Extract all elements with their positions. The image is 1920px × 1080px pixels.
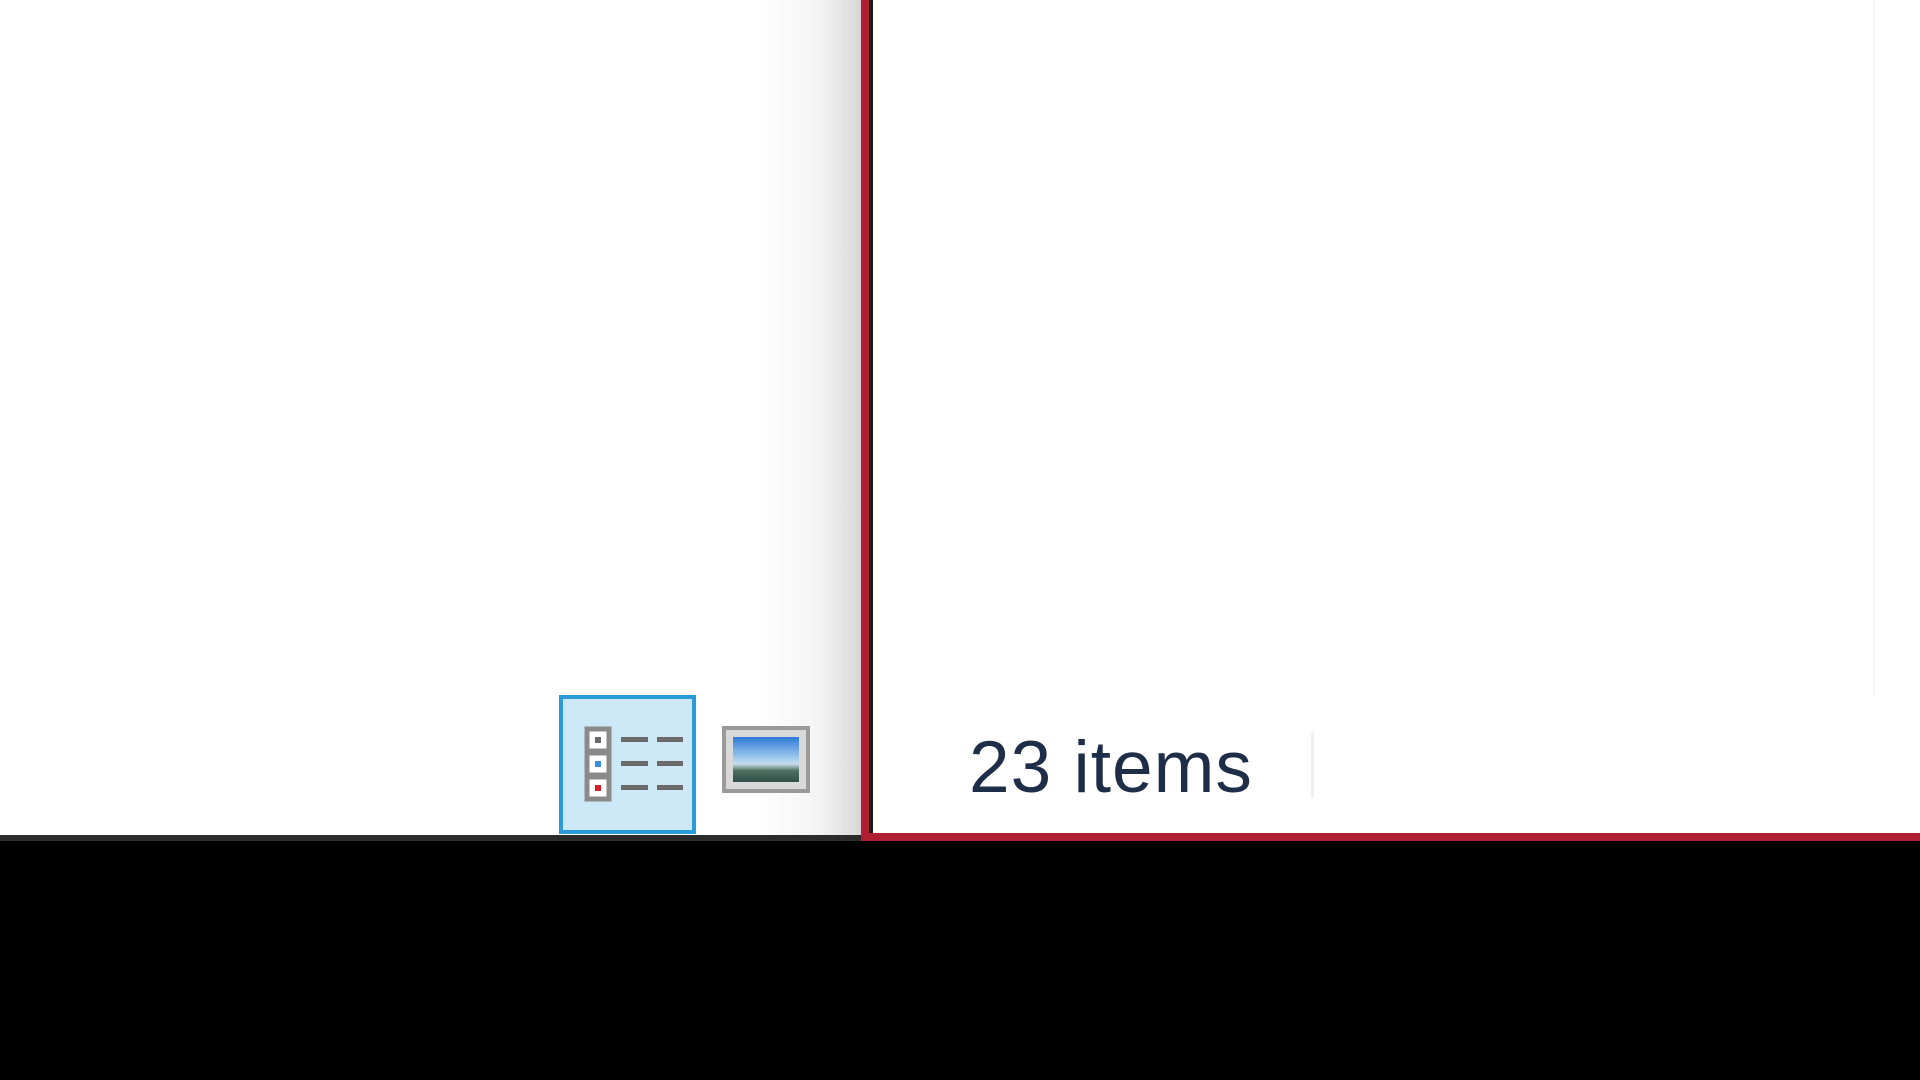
details-view-icon (584, 726, 683, 802)
window-border-shadow (869, 0, 873, 833)
status-item-count: 23 items (969, 727, 1253, 808)
background-explorer-window[interactable] (0, 0, 864, 835)
status-bar-divider (1311, 732, 1314, 798)
details-view-button[interactable] (559, 695, 696, 834)
desktop: 23 items (0, 0, 1920, 1080)
large-icons-view-button[interactable] (722, 726, 810, 793)
large-icons-view-icon (722, 726, 810, 793)
scrollbar-track[interactable] (1873, 0, 1875, 695)
active-explorer-window[interactable]: 23 items (861, 0, 1920, 841)
taskbar[interactable] (0, 841, 1920, 1080)
